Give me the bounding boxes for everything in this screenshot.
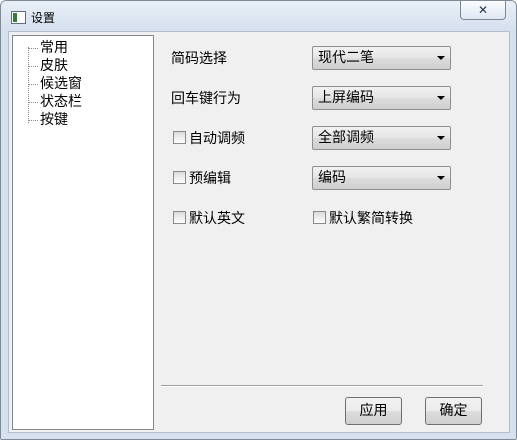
dropdown-arrow-icon [437,136,445,140]
short-code-select[interactable]: 现代二笔 [312,46,451,70]
pre-edit-checkbox[interactable]: 预编辑 [173,170,231,188]
tree-item-label: 状态栏 [40,94,82,110]
tree-branch [28,84,38,85]
tree-item-label: 候选窗 [40,76,82,92]
dropdown-arrow-icon [437,176,445,180]
tree-item-skin[interactable]: 皮肤 [13,57,143,75]
tree-item-status-bar[interactable]: 状态栏 [13,93,143,111]
checkbox-box[interactable] [173,131,186,144]
pre-edit-label: 预编辑 [189,171,231,187]
pre-edit-select[interactable]: 编码 [312,166,451,190]
tree-branch [28,66,38,67]
tree-item-keys[interactable]: 按键 [13,111,143,129]
close-icon: ✕ [477,3,489,17]
tree-item-candidate-window[interactable]: 候选窗 [13,75,143,93]
checkbox-box[interactable] [173,171,186,184]
tree-item-label: 皮肤 [40,58,68,74]
dropdown-arrow-icon [437,96,445,100]
pre-edit-value: 编码 [318,170,346,186]
tree-branch [28,120,38,121]
auto-freq-value: 全部调频 [318,130,374,146]
title-bar[interactable]: 设置 ✕ [1,1,516,31]
enter-key-value: 上屏编码 [318,90,374,106]
default-trad-checkbox[interactable]: 默认繁简转换 [313,210,413,228]
settings-window: 设置 ✕ 常用 皮肤 候选窗 状态栏 按键 简码选择 现代二笔 回车键行为 上屏… [0,0,517,440]
default-english-label: 默认英文 [189,211,245,227]
divider [161,385,483,387]
category-tree[interactable]: 常用 皮肤 候选窗 状态栏 按键 [12,35,154,430]
tree-item-general[interactable]: 常用 [13,39,143,57]
ok-button[interactable]: 确定 [425,397,482,425]
short-code-label: 简码选择 [171,51,227,67]
tree-branch [28,48,38,49]
tree-item-label: 常用 [40,40,68,56]
enter-key-label: 回车键行为 [171,91,241,107]
default-english-checkbox[interactable]: 默认英文 [173,210,245,228]
dropdown-arrow-icon [437,56,445,60]
auto-freq-checkbox[interactable]: 自动调频 [173,130,245,148]
app-icon [11,11,26,24]
enter-key-select[interactable]: 上屏编码 [312,86,451,110]
window-title: 设置 [31,11,56,25]
close-button[interactable]: ✕ [460,1,506,20]
checkbox-box[interactable] [313,211,326,224]
short-code-value: 现代二笔 [318,50,374,66]
apply-button[interactable]: 应用 [345,397,402,425]
tree-branch [28,102,38,103]
default-trad-label: 默认繁简转换 [329,211,413,227]
dialog-body: 常用 皮肤 候选窗 状态栏 按键 简码选择 现代二笔 回车键行为 上屏编码 自动… [8,31,510,433]
checkbox-box[interactable] [173,211,186,224]
auto-freq-label: 自动调频 [189,131,245,147]
tree-item-label: 按键 [40,112,68,128]
auto-freq-select[interactable]: 全部调频 [312,126,451,150]
